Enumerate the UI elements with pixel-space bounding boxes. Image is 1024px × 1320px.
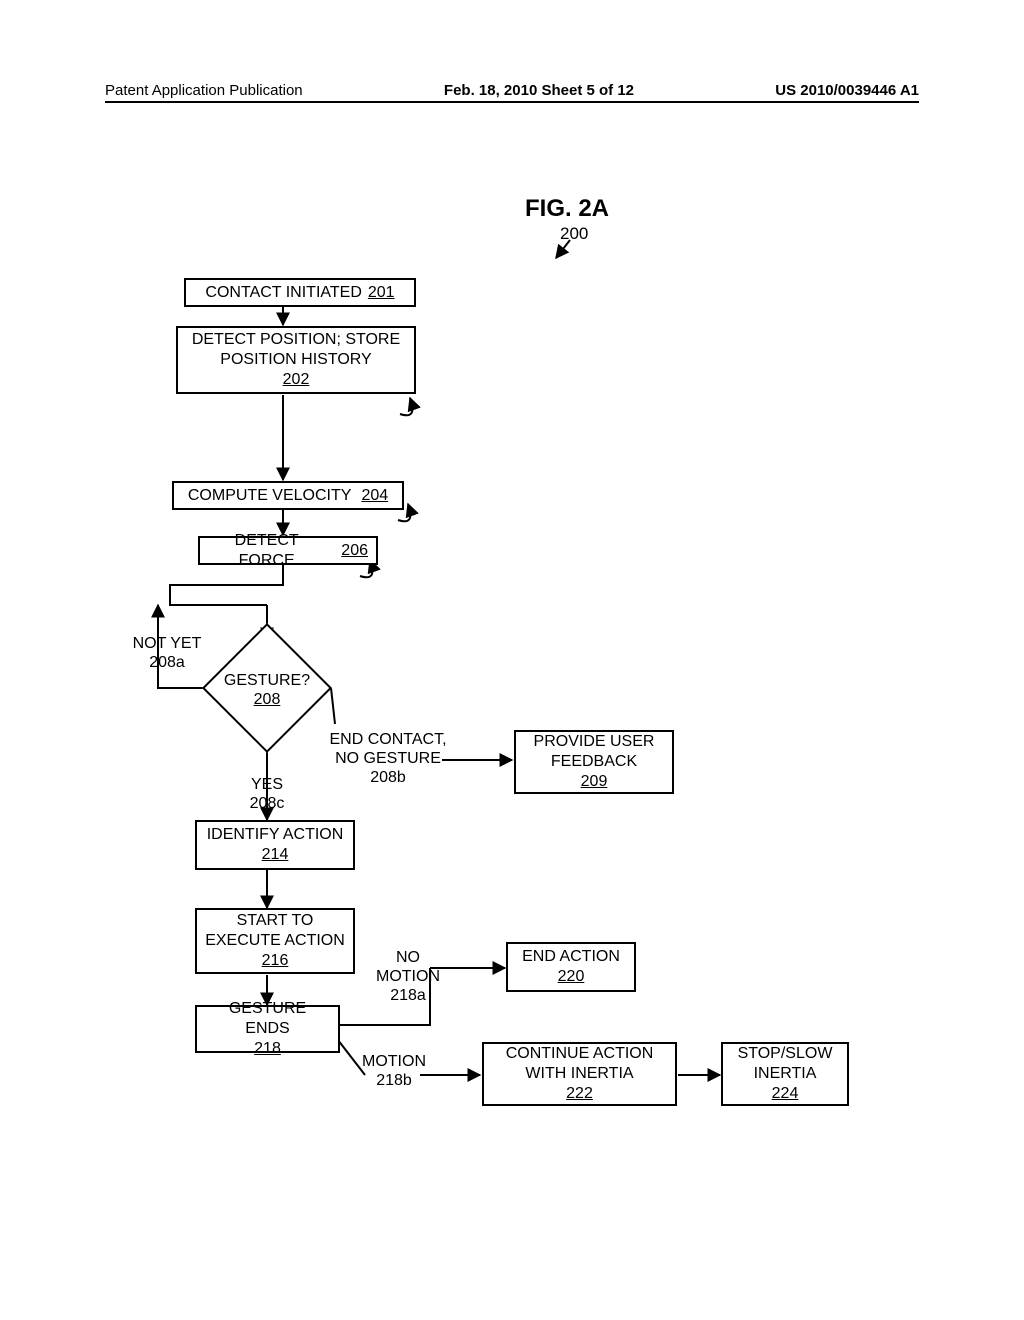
diamond-text: GESTURE? 208 [202, 671, 332, 709]
box-text: DETECT POSITION; STORE POSITION HISTORY [186, 330, 406, 370]
box-ref: 222 [566, 1084, 593, 1104]
label-ref: 218b [376, 1072, 412, 1089]
box-gesture-ends: GESTURE ENDS 218 [195, 1005, 340, 1053]
box-text: PROVIDE USER FEEDBACK [524, 732, 664, 772]
box-execute-action: START TO EXECUTE ACTION 216 [195, 908, 355, 974]
box-text: END ACTION [522, 947, 620, 967]
box-provide-feedback: PROVIDE USER FEEDBACK 209 [514, 730, 674, 794]
label-text: NOT YET [133, 635, 202, 652]
box-ref: 209 [581, 772, 608, 792]
box-contact-initiated: CONTACT INITIATED 201 [184, 278, 416, 307]
label-ref: 208a [149, 654, 185, 671]
box-ref: 206 [341, 541, 368, 561]
box-end-action: END ACTION 220 [506, 942, 636, 992]
box-text: START TO EXECUTE ACTION [205, 911, 345, 951]
label-yes: YES 208c [240, 775, 294, 813]
box-text: DETECT FORCE [208, 531, 325, 571]
figure-reference: 200 [560, 224, 588, 244]
label-text: MOTION [362, 1053, 426, 1070]
label-text: END CONTACT, NO GESTURE [329, 731, 446, 767]
decision-gesture: GESTURE? 208 [202, 638, 332, 738]
box-ref: 224 [772, 1084, 799, 1104]
header-patent-number: US 2010/0039446 A1 [775, 82, 919, 99]
box-compute-velocity: COMPUTE VELOCITY 204 [172, 481, 404, 510]
box-text: GESTURE? [224, 672, 310, 689]
header-date-sheet: Feb. 18, 2010 Sheet 5 of 12 [444, 82, 634, 99]
label-text: YES [251, 776, 283, 793]
label-not-yet: NOT YET 208a [128, 634, 206, 672]
label-ref: 208b [370, 769, 406, 786]
label-end-contact-no-gesture: END CONTACT, NO GESTURE 208b [328, 730, 448, 788]
label-ref: 208c [250, 795, 285, 812]
box-ref: 201 [368, 283, 395, 303]
box-ref: 220 [558, 967, 585, 987]
box-ref: 218 [254, 1039, 281, 1059]
box-ref: 208 [254, 691, 281, 708]
label-text: NO MOTION [376, 949, 440, 985]
box-text: CONTINUE ACTION WITH INERTIA [492, 1044, 667, 1084]
box-ref: 202 [283, 370, 310, 390]
box-ref: 216 [262, 951, 289, 971]
figure-title: FIG. 2A [525, 195, 609, 223]
page: Patent Application Publication Feb. 18, … [0, 0, 1024, 1320]
box-text: STOP/SLOW INERTIA [731, 1044, 839, 1084]
box-text: IDENTIFY ACTION [207, 825, 344, 845]
box-stop-slow-inertia: STOP/SLOW INERTIA 224 [721, 1042, 849, 1106]
page-header: Patent Application Publication Feb. 18, … [105, 82, 919, 103]
box-ref: 204 [361, 486, 388, 506]
box-identify-action: IDENTIFY ACTION 214 [195, 820, 355, 870]
box-text: COMPUTE VELOCITY [188, 486, 352, 506]
label-no-motion: NO MOTION 218a [368, 948, 448, 1006]
box-text: CONTACT INITIATED [205, 283, 361, 303]
header-publication: Patent Application Publication [105, 82, 303, 99]
box-detect-position: DETECT POSITION; STORE POSITION HISTORY … [176, 326, 416, 394]
box-ref: 214 [262, 845, 289, 865]
label-motion: MOTION 218b [354, 1052, 434, 1090]
box-text: GESTURE ENDS [205, 999, 330, 1039]
box-continue-inertia: CONTINUE ACTION WITH INERTIA 222 [482, 1042, 677, 1106]
box-detect-force: DETECT FORCE 206 [198, 536, 378, 565]
label-ref: 218a [390, 987, 426, 1004]
